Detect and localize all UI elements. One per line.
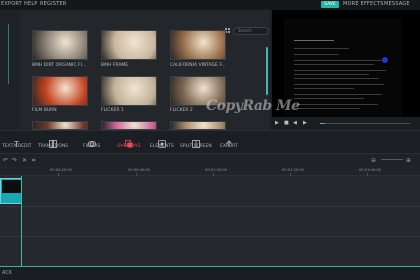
- zoom-out-icon[interactable]: ⊖: [371, 157, 376, 164]
- overlay-thumbnail[interactable]: [170, 30, 226, 60]
- overlay-thumbnail[interactable]: [101, 121, 157, 130]
- ruler-label: 00:00:40:00: [128, 168, 150, 172]
- ruler-label: 00:00:20:00: [50, 168, 72, 172]
- filters-icon: [87, 133, 96, 147]
- category-scrollbar[interactable]: [8, 24, 9, 84]
- ruler-label: 00:01:20:00: [282, 168, 304, 172]
- elements-icon: [158, 133, 166, 148]
- bottom-bar: [0, 266, 420, 280]
- stop-icon[interactable]: ■: [284, 120, 289, 126]
- module-elements[interactable]: ELEMENTS: [150, 133, 174, 149]
- back-label[interactable]: ACK: [2, 270, 12, 276]
- video-editor-window: EXPORT HELP REGISTER SAVE MORE EFFECTS M…: [0, 0, 420, 280]
- split-screen-icon: [191, 133, 200, 148]
- export-icon: [225, 133, 233, 147]
- undo-icon[interactable]: ↶: [3, 157, 8, 164]
- overlay-thumbnail[interactable]: [101, 30, 157, 60]
- module-overlays[interactable]: OVERLAYS: [117, 133, 140, 149]
- text-icon: T: [13, 133, 21, 149]
- module-toolbar: T TEXT/CREDIT TRANSITIONS FILTERS OVERLA…: [0, 130, 420, 154]
- next-frame-icon[interactable]: ▶: [303, 120, 307, 126]
- playback-progress[interactable]: [320, 123, 410, 124]
- player-controls: ▶ ■ ◀ ▶: [272, 117, 420, 130]
- search-input[interactable]: Search: [233, 27, 269, 35]
- redo-icon[interactable]: ↷: [12, 157, 17, 164]
- module-export[interactable]: EXPORT: [220, 133, 238, 149]
- messages-link[interactable]: MESSAGE: [384, 1, 410, 7]
- thumbnail-label: FLICKER 1: [101, 108, 124, 113]
- menu-register[interactable]: REGISTER: [40, 1, 66, 7]
- library-category-strip: [0, 10, 20, 130]
- watermark-logo: CopyRab Me: [206, 98, 300, 114]
- ruler-label: 00:01:00:00: [205, 168, 227, 172]
- overlay-thumbnail[interactable]: [170, 121, 226, 130]
- zoom-in-icon[interactable]: ⊕: [406, 157, 411, 164]
- module-split-screen[interactable]: SPLIT SCREEN: [180, 133, 212, 149]
- library-scrollbar[interactable]: [266, 47, 268, 95]
- overlay-thumbnail[interactable]: [32, 76, 88, 106]
- prev-frame-icon[interactable]: ◀: [293, 120, 297, 126]
- menu-help[interactable]: HELP: [24, 1, 38, 7]
- module-filters[interactable]: FILTERS: [83, 133, 100, 149]
- preview-frame: [284, 18, 402, 118]
- module-transitions[interactable]: TRANSITIONS: [38, 133, 68, 149]
- timeline-tracks[interactable]: [0, 176, 420, 266]
- thumbnail-label: FILM BURN: [32, 108, 57, 113]
- overlays-icon: [124, 133, 133, 148]
- timeline-ruler[interactable]: 00:00:20:00 00:00:40:00 00:01:00:00 00:0…: [0, 166, 420, 176]
- playhead[interactable]: [21, 176, 22, 266]
- overlay-thumbnail[interactable]: [101, 76, 157, 106]
- video-clip[interactable]: [0, 178, 22, 204]
- crop-icon[interactable]: ⌗: [32, 157, 35, 165]
- delete-icon[interactable]: ✕: [22, 157, 27, 164]
- playback-progress-fill: [320, 123, 325, 124]
- thumbnail-label: BMH DIRT ORGANIC FI...: [32, 63, 87, 68]
- overlay-thumbnail[interactable]: [32, 30, 88, 60]
- timeline-toolbar: ↶ ↷ ✕ ⌗ ⊖ ⊕: [0, 154, 420, 166]
- overlay-thumbnail[interactable]: [32, 121, 88, 130]
- save-button[interactable]: SAVE: [321, 1, 339, 8]
- module-text-credit[interactable]: T TEXT/CREDIT: [2, 133, 32, 149]
- menu-bar: EXPORT HELP REGISTER SAVE MORE EFFECTS M…: [0, 0, 420, 10]
- ruler-label: 00:01:40:00: [359, 168, 381, 172]
- thumbnail-label: FLICKER 2: [170, 108, 193, 113]
- play-icon[interactable]: ▶: [275, 120, 279, 126]
- bottom-accent-line: [0, 266, 420, 267]
- more-effects-link[interactable]: MORE EFFECTS: [343, 1, 384, 7]
- menu-export[interactable]: EXPORT: [1, 1, 22, 7]
- transitions-icon: [49, 133, 57, 148]
- thumbnail-label: CALIFORNIA VINTAGE F...: [170, 63, 226, 68]
- zoom-slider[interactable]: [381, 159, 403, 160]
- thumbnail-label: BMH FRAME: [101, 63, 129, 68]
- cursor-dot: [382, 57, 388, 63]
